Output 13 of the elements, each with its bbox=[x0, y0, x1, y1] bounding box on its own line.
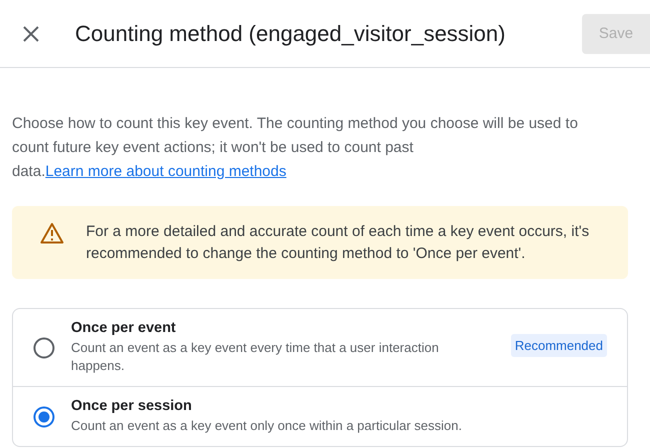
radio-button[interactable] bbox=[33, 336, 55, 358]
dialog-title: Counting method (engaged_visitor_session) bbox=[75, 20, 506, 46]
option-description: Count an event as a key event only once within a particular session. bbox=[71, 417, 463, 435]
option-description: Count an event as a key event every time that a user interaction happens. bbox=[71, 339, 440, 375]
close-icon[interactable] bbox=[22, 24, 40, 42]
learn-more-link[interactable]: Learn more about counting methods bbox=[45, 163, 286, 180]
option-title: Once per event bbox=[71, 320, 177, 336]
warning-icon bbox=[40, 222, 64, 244]
description-text: Choose how to count this key event. The counting method you choose will be used to count future key event actions; it won't be used to count past data.Learn more about counting methods bbox=[12, 114, 579, 182]
warning-text: For a more detailed and accurate count of each time a key event occurs, it's recommended to change the counting method to 'Once per event'. bbox=[86, 222, 590, 264]
option-title: Once per session bbox=[71, 398, 193, 414]
radio-button[interactable] bbox=[33, 406, 55, 428]
recommended-badge: Recommended bbox=[510, 334, 607, 357]
